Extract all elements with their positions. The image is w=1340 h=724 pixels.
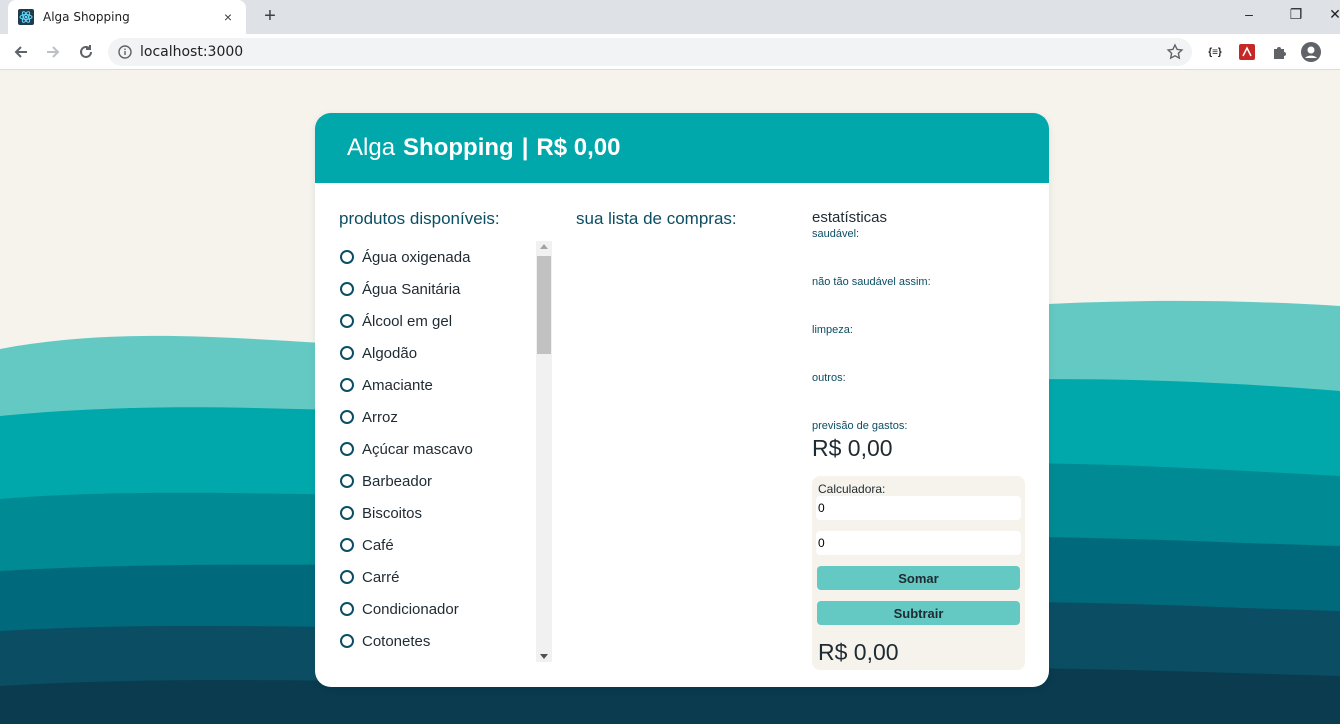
product-label: Arroz (362, 408, 398, 426)
product-label: Condicionador (362, 600, 459, 618)
calculator-result: R$ 0,00 (818, 639, 899, 665)
product-label: Açúcar mascavo (362, 440, 473, 458)
reload-icon[interactable] (74, 40, 98, 64)
product-item[interactable]: Cotonetes (339, 625, 552, 657)
extension-red-icon[interactable] (1237, 42, 1257, 62)
product-label: Água oxigenada (362, 248, 471, 266)
back-icon[interactable] (9, 40, 33, 64)
main-card: Alga Shopping | R$ 0,00 produtos disponí… (315, 113, 1049, 687)
product-item[interactable]: Barbeador (339, 465, 552, 497)
calculator-label: Calculadora: (818, 482, 886, 496)
calculator: Calculadora: Somar Subtrair R$ 0,00 (812, 476, 1025, 670)
product-label: Amaciante (362, 376, 433, 394)
radio-button[interactable] (340, 570, 354, 584)
scroll-up-icon[interactable] (540, 244, 548, 249)
stat-healthy: saudável: (812, 228, 860, 240)
product-label: Água Sanitária (362, 280, 461, 298)
radio-button[interactable] (340, 378, 354, 392)
radio-button[interactable] (340, 634, 354, 648)
product-label: Cotonetes (362, 632, 431, 650)
browser-tab[interactable]: Alga Shopping × (8, 0, 246, 34)
radio-button[interactable] (340, 474, 354, 488)
product-item[interactable]: Arroz (339, 401, 552, 433)
new-tab-button[interactable]: + (258, 4, 282, 28)
tab-title: Alga Shopping (43, 10, 130, 24)
stat-others: outros: (812, 372, 846, 384)
radio-button[interactable] (340, 346, 354, 360)
calculator-input-a[interactable] (816, 496, 1021, 520)
product-label: Barbeador (362, 472, 433, 490)
react-icon (18, 9, 34, 25)
product-label: Álcool em gel (362, 312, 453, 330)
scroll-down-icon[interactable] (540, 654, 548, 659)
address-bar[interactable]: localhost:3000 (108, 38, 1192, 66)
header-separator: | (521, 134, 529, 161)
puzzle-extensions-icon[interactable] (1269, 42, 1289, 62)
product-item[interactable]: Açúcar mascavo (339, 433, 552, 465)
stat-not-healthy: não tão saudável assim: (812, 276, 931, 288)
product-item[interactable]: Café (339, 529, 552, 561)
subtract-button[interactable]: Subtrair (817, 601, 1020, 625)
bookmark-star-icon[interactable] (1166, 43, 1184, 61)
radio-button[interactable] (340, 442, 354, 456)
brand-bold: Shopping (403, 134, 514, 161)
tab-close-icon[interactable]: × (220, 9, 236, 25)
radio-button[interactable] (340, 506, 354, 520)
browser-toolbar: localhost:3000 {≡} (0, 34, 1340, 70)
profile-avatar-icon[interactable] (1301, 42, 1321, 62)
products-list[interactable]: Água oxigenada Água Sanitária Álcool em … (339, 241, 552, 662)
info-icon[interactable] (118, 45, 132, 59)
product-label: Carré (362, 568, 400, 586)
radio-button[interactable] (340, 314, 354, 328)
product-item[interactable]: Carré (339, 561, 552, 593)
radio-button[interactable] (340, 282, 354, 296)
restore-button[interactable]: ❐ (1281, 6, 1311, 23)
products-scrollbar[interactable] (536, 241, 552, 662)
page: Alga Shopping | R$ 0,00 produtos disponí… (0, 71, 1340, 724)
brand-light: Alga (347, 134, 396, 161)
scroll-thumb[interactable] (537, 256, 551, 354)
radio-button[interactable] (340, 538, 354, 552)
radio-button[interactable] (340, 602, 354, 616)
header-total: R$ 0,00 (536, 134, 621, 161)
forecast-value: R$ 0,00 (812, 435, 893, 461)
product-item[interactable]: Água oxigenada (339, 241, 552, 273)
product-label: Biscoitos (362, 504, 423, 522)
json-extension-icon[interactable]: {≡} (1205, 42, 1225, 62)
product-item[interactable]: Biscoitos (339, 497, 552, 529)
products-title: produtos disponíveis: (339, 209, 500, 228)
product-item[interactable]: Álcool em gel (339, 305, 552, 337)
product-item[interactable]: Água Sanitária (339, 273, 552, 305)
radio-button[interactable] (340, 250, 354, 264)
forecast-label: previsão de gastos: (812, 420, 908, 432)
minimize-button[interactable]: – (1234, 6, 1264, 22)
add-button[interactable]: Somar (817, 566, 1020, 590)
browser-tabbar: Alga Shopping × + – ❐ ✕ (0, 0, 1340, 34)
url-text: localhost:3000 (140, 44, 244, 60)
stat-cleaning: limpeza: (812, 324, 853, 336)
radio-button[interactable] (340, 410, 354, 424)
forward-icon[interactable] (41, 40, 65, 64)
product-item[interactable]: Condicionador (339, 593, 552, 625)
product-label: Café (362, 536, 394, 554)
shopping-list-title: sua lista de compras: (576, 209, 737, 228)
close-window-button[interactable]: ✕ (1320, 6, 1340, 23)
product-item[interactable]: Amaciante (339, 369, 552, 401)
card-header: Alga Shopping | R$ 0,00 (315, 113, 1049, 183)
stats-title: estatísticas (812, 209, 888, 226)
product-label: Algodão (362, 344, 418, 362)
product-item[interactable]: Algodão (339, 337, 552, 369)
calculator-input-b[interactable] (816, 531, 1021, 555)
